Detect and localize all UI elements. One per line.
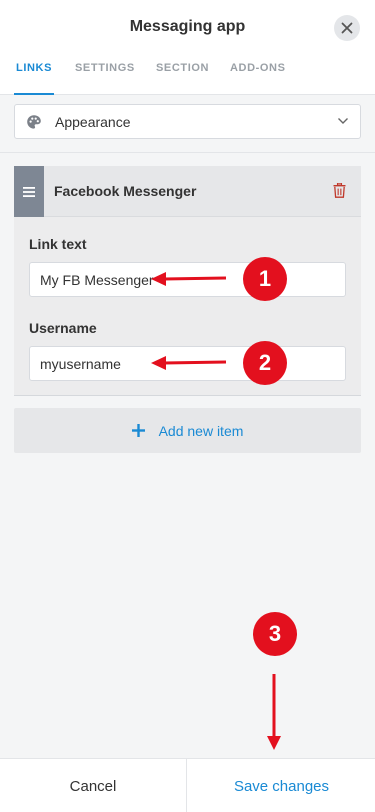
link-item-header[interactable]: Facebook Messenger: [14, 166, 361, 217]
hamburger-icon: [23, 186, 35, 197]
footer: Cancel Save changes: [0, 758, 375, 812]
palette-icon: [27, 115, 41, 129]
annotation-badge-2: 2: [243, 341, 287, 385]
chevron-down-icon: [338, 118, 348, 124]
cancel-button[interactable]: Cancel: [0, 759, 187, 812]
add-new-item-label: Add new item: [158, 422, 244, 439]
add-new-item-button[interactable]: Add new item: [14, 408, 361, 453]
tab-links[interactable]: LINKS: [16, 62, 52, 74]
annotation-badge-1: 1: [243, 257, 287, 301]
appearance-label: Appearance: [55, 114, 131, 130]
save-changes-button[interactable]: Save changes: [188, 759, 375, 812]
tab-settings[interactable]: SETTINGS: [75, 62, 135, 74]
header: Messaging app LINKS SETTINGS SECTION ADD…: [0, 0, 375, 95]
tab-section[interactable]: SECTION: [156, 62, 209, 74]
tab-bar: LINKS SETTINGS SECTION ADD-ONS: [0, 60, 375, 95]
username-label: Username: [29, 320, 97, 336]
page-title: Messaging app: [129, 18, 246, 35]
link-item-card: Facebook Messenger Link text Username: [14, 166, 361, 396]
active-tab-indicator: [14, 93, 54, 95]
username-input[interactable]: [29, 346, 346, 381]
divider: [0, 152, 375, 153]
appearance-select[interactable]: Appearance: [14, 104, 361, 139]
close-button[interactable]: [334, 15, 360, 41]
drag-handle[interactable]: [14, 166, 44, 217]
plus-icon: [131, 424, 145, 437]
link-text-label: Link text: [29, 236, 87, 252]
tab-add-ons[interactable]: ADD-ONS: [230, 62, 286, 74]
close-icon: [341, 22, 353, 34]
annotation-badge-3: 3: [253, 612, 297, 656]
annotation-arrow-3: [267, 674, 281, 750]
trash-icon[interactable]: [333, 183, 346, 198]
link-item-title: Facebook Messenger: [54, 183, 197, 199]
link-text-input[interactable]: [29, 262, 346, 297]
